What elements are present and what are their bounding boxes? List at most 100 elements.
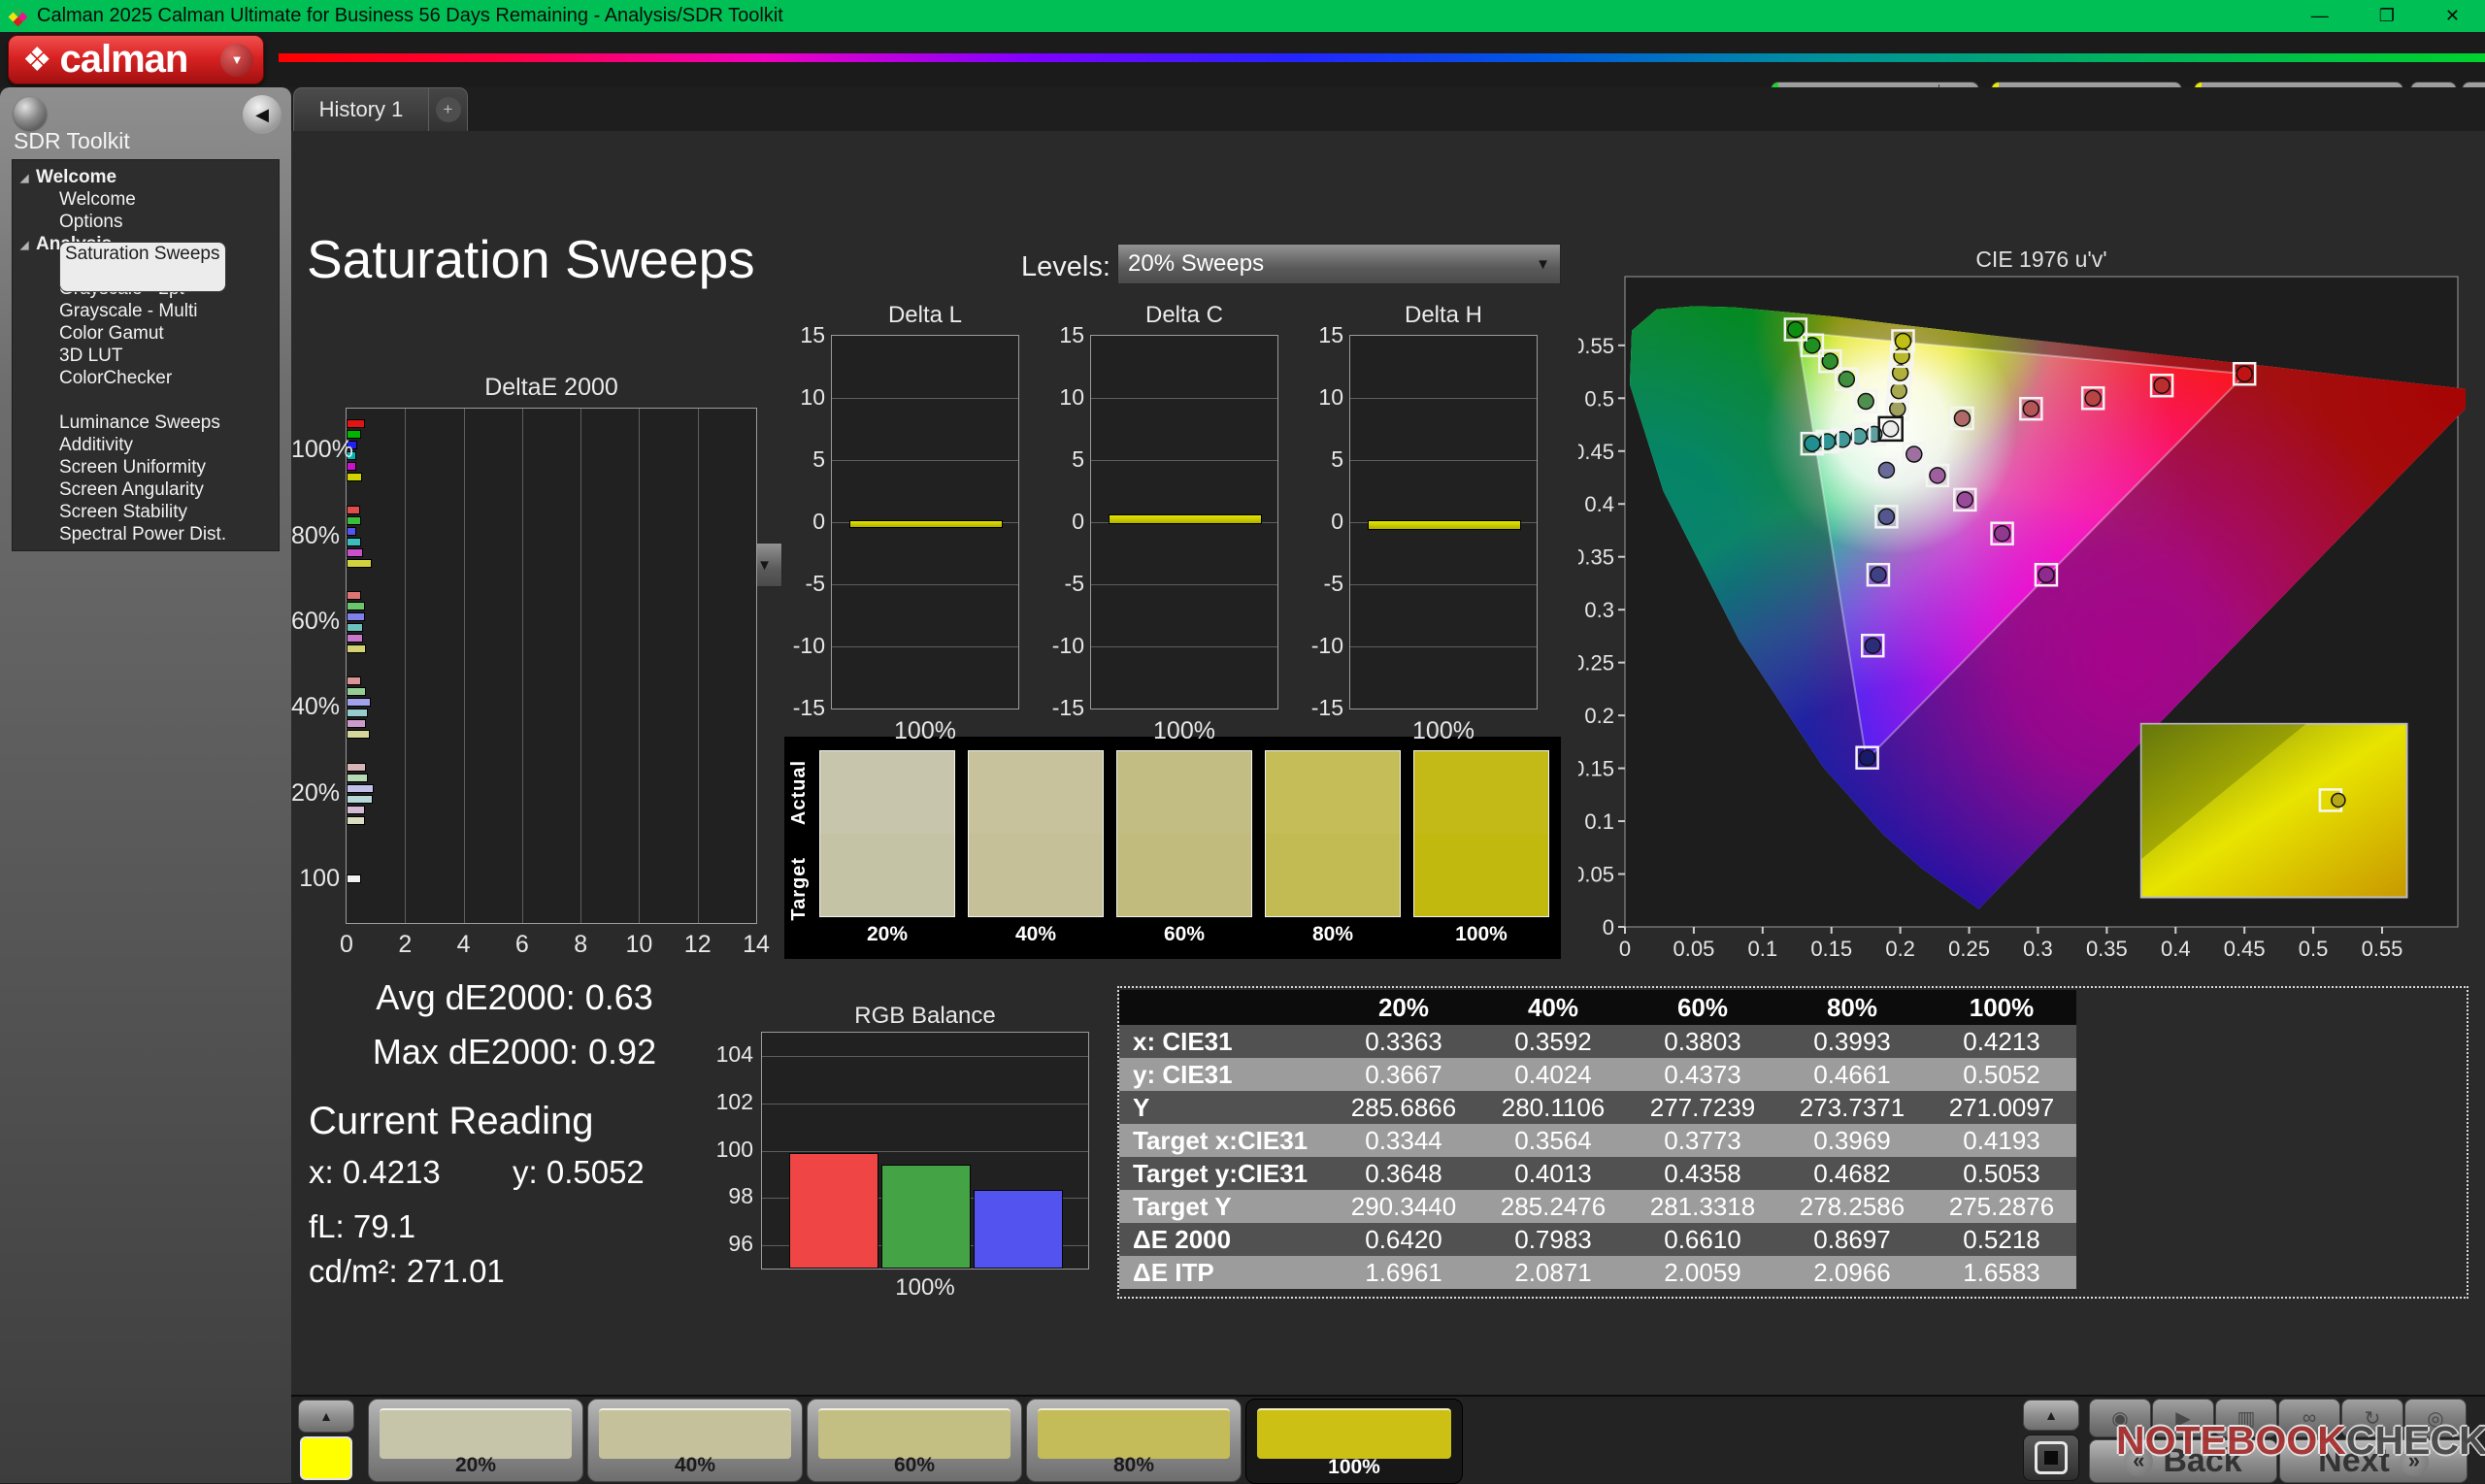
tab-history-1[interactable]: History 1 xyxy=(293,87,429,131)
sidebar-item-saturation-sweeps[interactable]: Saturation Sweeps xyxy=(13,389,279,412)
current-pattern-swatch[interactable] xyxy=(300,1436,352,1480)
swatch-target xyxy=(969,834,1103,916)
deltae2000-chart xyxy=(346,408,757,924)
add-tab-button[interactable]: + xyxy=(429,87,468,131)
sidebar-item-screen-stability[interactable]: Screen Stability xyxy=(13,501,279,523)
chevron-right-icon: » xyxy=(2400,1447,2429,1476)
de-bar-20%-0 xyxy=(347,763,366,772)
calman-menu-button[interactable]: ❖ calman ▼ xyxy=(8,35,264,84)
stop-button[interactable] xyxy=(2023,1435,2079,1481)
axis-label: 100% xyxy=(1090,717,1278,745)
pattern-button-100%[interactable]: 100% xyxy=(1245,1399,1463,1484)
rgb-bar-red xyxy=(789,1153,878,1269)
cell-value: 1.6583 xyxy=(1927,1256,2076,1289)
delta-c-chart xyxy=(1090,335,1278,709)
grid-line xyxy=(762,1056,1088,1057)
svg-text:CIE 1976 u'v': CIE 1976 u'v' xyxy=(1975,247,2106,272)
title-bar: Calman 2025 Calman Ultimate for Business… xyxy=(0,0,2485,32)
calman-menu-dropdown[interactable]: ▼ xyxy=(220,44,253,77)
cell-value: 0.6610 xyxy=(1628,1223,1777,1256)
camera-button[interactable]: ◉ xyxy=(2089,1399,2151,1437)
de-bar-20%-5 xyxy=(347,816,365,825)
swatch-100% xyxy=(1413,750,1549,917)
refresh-button[interactable]: ↻ xyxy=(2341,1399,2403,1437)
restore-icon[interactable]: ❐ xyxy=(2379,6,2395,26)
cell-value: 0.4682 xyxy=(1777,1157,1927,1190)
sidebar-collapse-button[interactable]: ◀ xyxy=(243,95,282,134)
sidebar-item-screen-angularity[interactable]: Screen Angularity xyxy=(13,478,279,501)
table-row-x-cie31: x: CIE310.33630.35920.38030.39930.4213 xyxy=(1119,1025,2076,1058)
expand-controls-button[interactable]: ▲ xyxy=(2023,1400,2079,1431)
histogram-button[interactable]: ▥ xyxy=(2215,1399,2277,1437)
pattern-button-60%[interactable]: 60% xyxy=(807,1399,1022,1482)
pattern-label: 80% xyxy=(1027,1454,1241,1477)
loop-button[interactable]: ∞ xyxy=(2278,1399,2340,1437)
cell-value: 0.4213 xyxy=(1927,1025,2076,1058)
swatch-label: 40% xyxy=(968,923,1104,946)
up-arrow-icon: ▲ xyxy=(319,1408,333,1424)
next-button[interactable]: Next » xyxy=(2279,1439,2468,1483)
status-orb[interactable] xyxy=(14,97,47,130)
axis-label: 40% xyxy=(291,693,340,721)
pattern-button-80%[interactable]: 80% xyxy=(1026,1399,1242,1482)
svg-text:0.5: 0.5 xyxy=(1584,386,1614,411)
axis-label: 60% xyxy=(291,608,340,636)
de-bar-40%-0 xyxy=(347,676,361,685)
de-bar-80%-2 xyxy=(347,527,356,536)
up-arrow-icon: ▲ xyxy=(2044,1407,2058,1423)
svg-text:0.2: 0.2 xyxy=(1584,704,1614,728)
grid-line xyxy=(1091,398,1277,399)
sidebar-item-screen-uniformity[interactable]: Screen Uniformity xyxy=(13,456,279,478)
tick-label: 14 xyxy=(735,931,778,959)
expand-pattern-button[interactable]: ▲ xyxy=(298,1400,354,1433)
sidebar-item-options[interactable]: Options xyxy=(13,211,279,233)
play-button[interactable]: ▶ xyxy=(2152,1399,2214,1437)
chevron-down-icon: ▼ xyxy=(757,557,772,574)
avg-de2000: Avg dE2000: 0.63 xyxy=(311,977,718,1018)
tick-label: 10 xyxy=(617,931,660,959)
cell-value: 2.0966 xyxy=(1777,1256,1927,1289)
calman-logo-icon: ❖ xyxy=(22,44,51,77)
swatch-actual xyxy=(1266,751,1400,834)
levels-select[interactable]: 20% Sweeps ▼ xyxy=(1117,244,1561,284)
record-button[interactable]: ◎ xyxy=(2404,1399,2467,1437)
close-icon[interactable]: ✕ xyxy=(2445,6,2460,26)
svg-text:0.4: 0.4 xyxy=(1584,492,1614,516)
grid-line xyxy=(762,1151,1088,1152)
tree-item-label: Luminance Sweeps xyxy=(59,412,220,433)
sidebar-item-grayscale-multi[interactable]: Grayscale - Multi xyxy=(13,300,279,322)
sidebar-item-color-gamut[interactable]: Color Gamut xyxy=(13,322,279,345)
pattern-button-20%[interactable]: 20% xyxy=(368,1399,583,1482)
axis-label: 100% xyxy=(761,1274,1089,1302)
svg-text:0.05: 0.05 xyxy=(1673,937,1714,961)
tick-label: 2 xyxy=(383,931,426,959)
sidebar-item-welcome[interactable]: Welcome xyxy=(13,188,279,211)
pattern-button-40%[interactable]: 40% xyxy=(587,1399,803,1482)
tick-label: 100 xyxy=(703,1137,753,1163)
sidebar-item-luminance-sweeps[interactable]: Luminance Sweeps xyxy=(13,412,279,434)
minimize-icon[interactable]: — xyxy=(2311,6,2329,26)
delta-bar xyxy=(849,520,1003,528)
sidebar-item-3d-lut[interactable]: 3D LUT xyxy=(13,345,279,367)
column-header: 40% xyxy=(1478,990,1628,1025)
cell-value: 0.4193 xyxy=(1927,1124,2076,1157)
sidebar-item-colorchecker[interactable]: ColorChecker xyxy=(13,367,279,389)
cell-value: 0.3363 xyxy=(1329,1025,1478,1058)
cell-value: 273.7371 xyxy=(1777,1091,1927,1124)
grid-line xyxy=(832,584,1018,585)
plus-icon: + xyxy=(436,97,461,122)
cell-value: 290.3440 xyxy=(1329,1190,1478,1223)
de-bar-20%-4 xyxy=(347,806,365,814)
tick-label: -15 xyxy=(1299,695,1343,721)
table-row-target-x-cie31: Target x:CIE310.33440.35640.37730.39690.… xyxy=(1119,1124,2076,1157)
svg-text:0.3: 0.3 xyxy=(2023,937,2053,961)
grid-line xyxy=(464,409,465,923)
max-de2000: Max dE2000: 0.92 xyxy=(311,1032,718,1072)
back-button[interactable]: « Back xyxy=(2089,1439,2277,1483)
tree-item-label: ColorChecker xyxy=(59,368,172,388)
tree-section-welcome[interactable]: ◢Welcome xyxy=(13,166,279,188)
swatch-40% xyxy=(968,750,1104,917)
table-row-y-cie31: y: CIE310.36670.40240.43730.46610.5052 xyxy=(1119,1058,2076,1091)
sidebar-item-additivity[interactable]: Additivity xyxy=(13,434,279,456)
sidebar-item-spectral-power-dist-[interactable]: Spectral Power Dist. xyxy=(13,523,279,545)
